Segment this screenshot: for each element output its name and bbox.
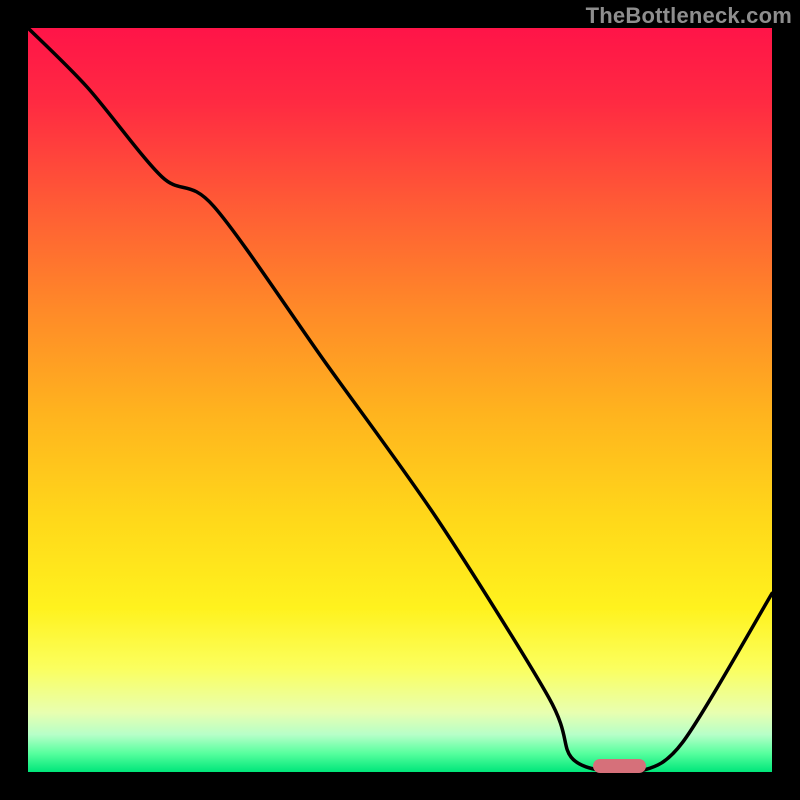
optimal-range-marker bbox=[593, 759, 645, 773]
chart-stage: TheBottleneck.com bbox=[0, 0, 800, 800]
bottleneck-curve bbox=[28, 28, 772, 772]
curve-path bbox=[28, 28, 772, 772]
plot-area bbox=[28, 28, 772, 772]
watermark-text: TheBottleneck.com bbox=[586, 3, 792, 29]
